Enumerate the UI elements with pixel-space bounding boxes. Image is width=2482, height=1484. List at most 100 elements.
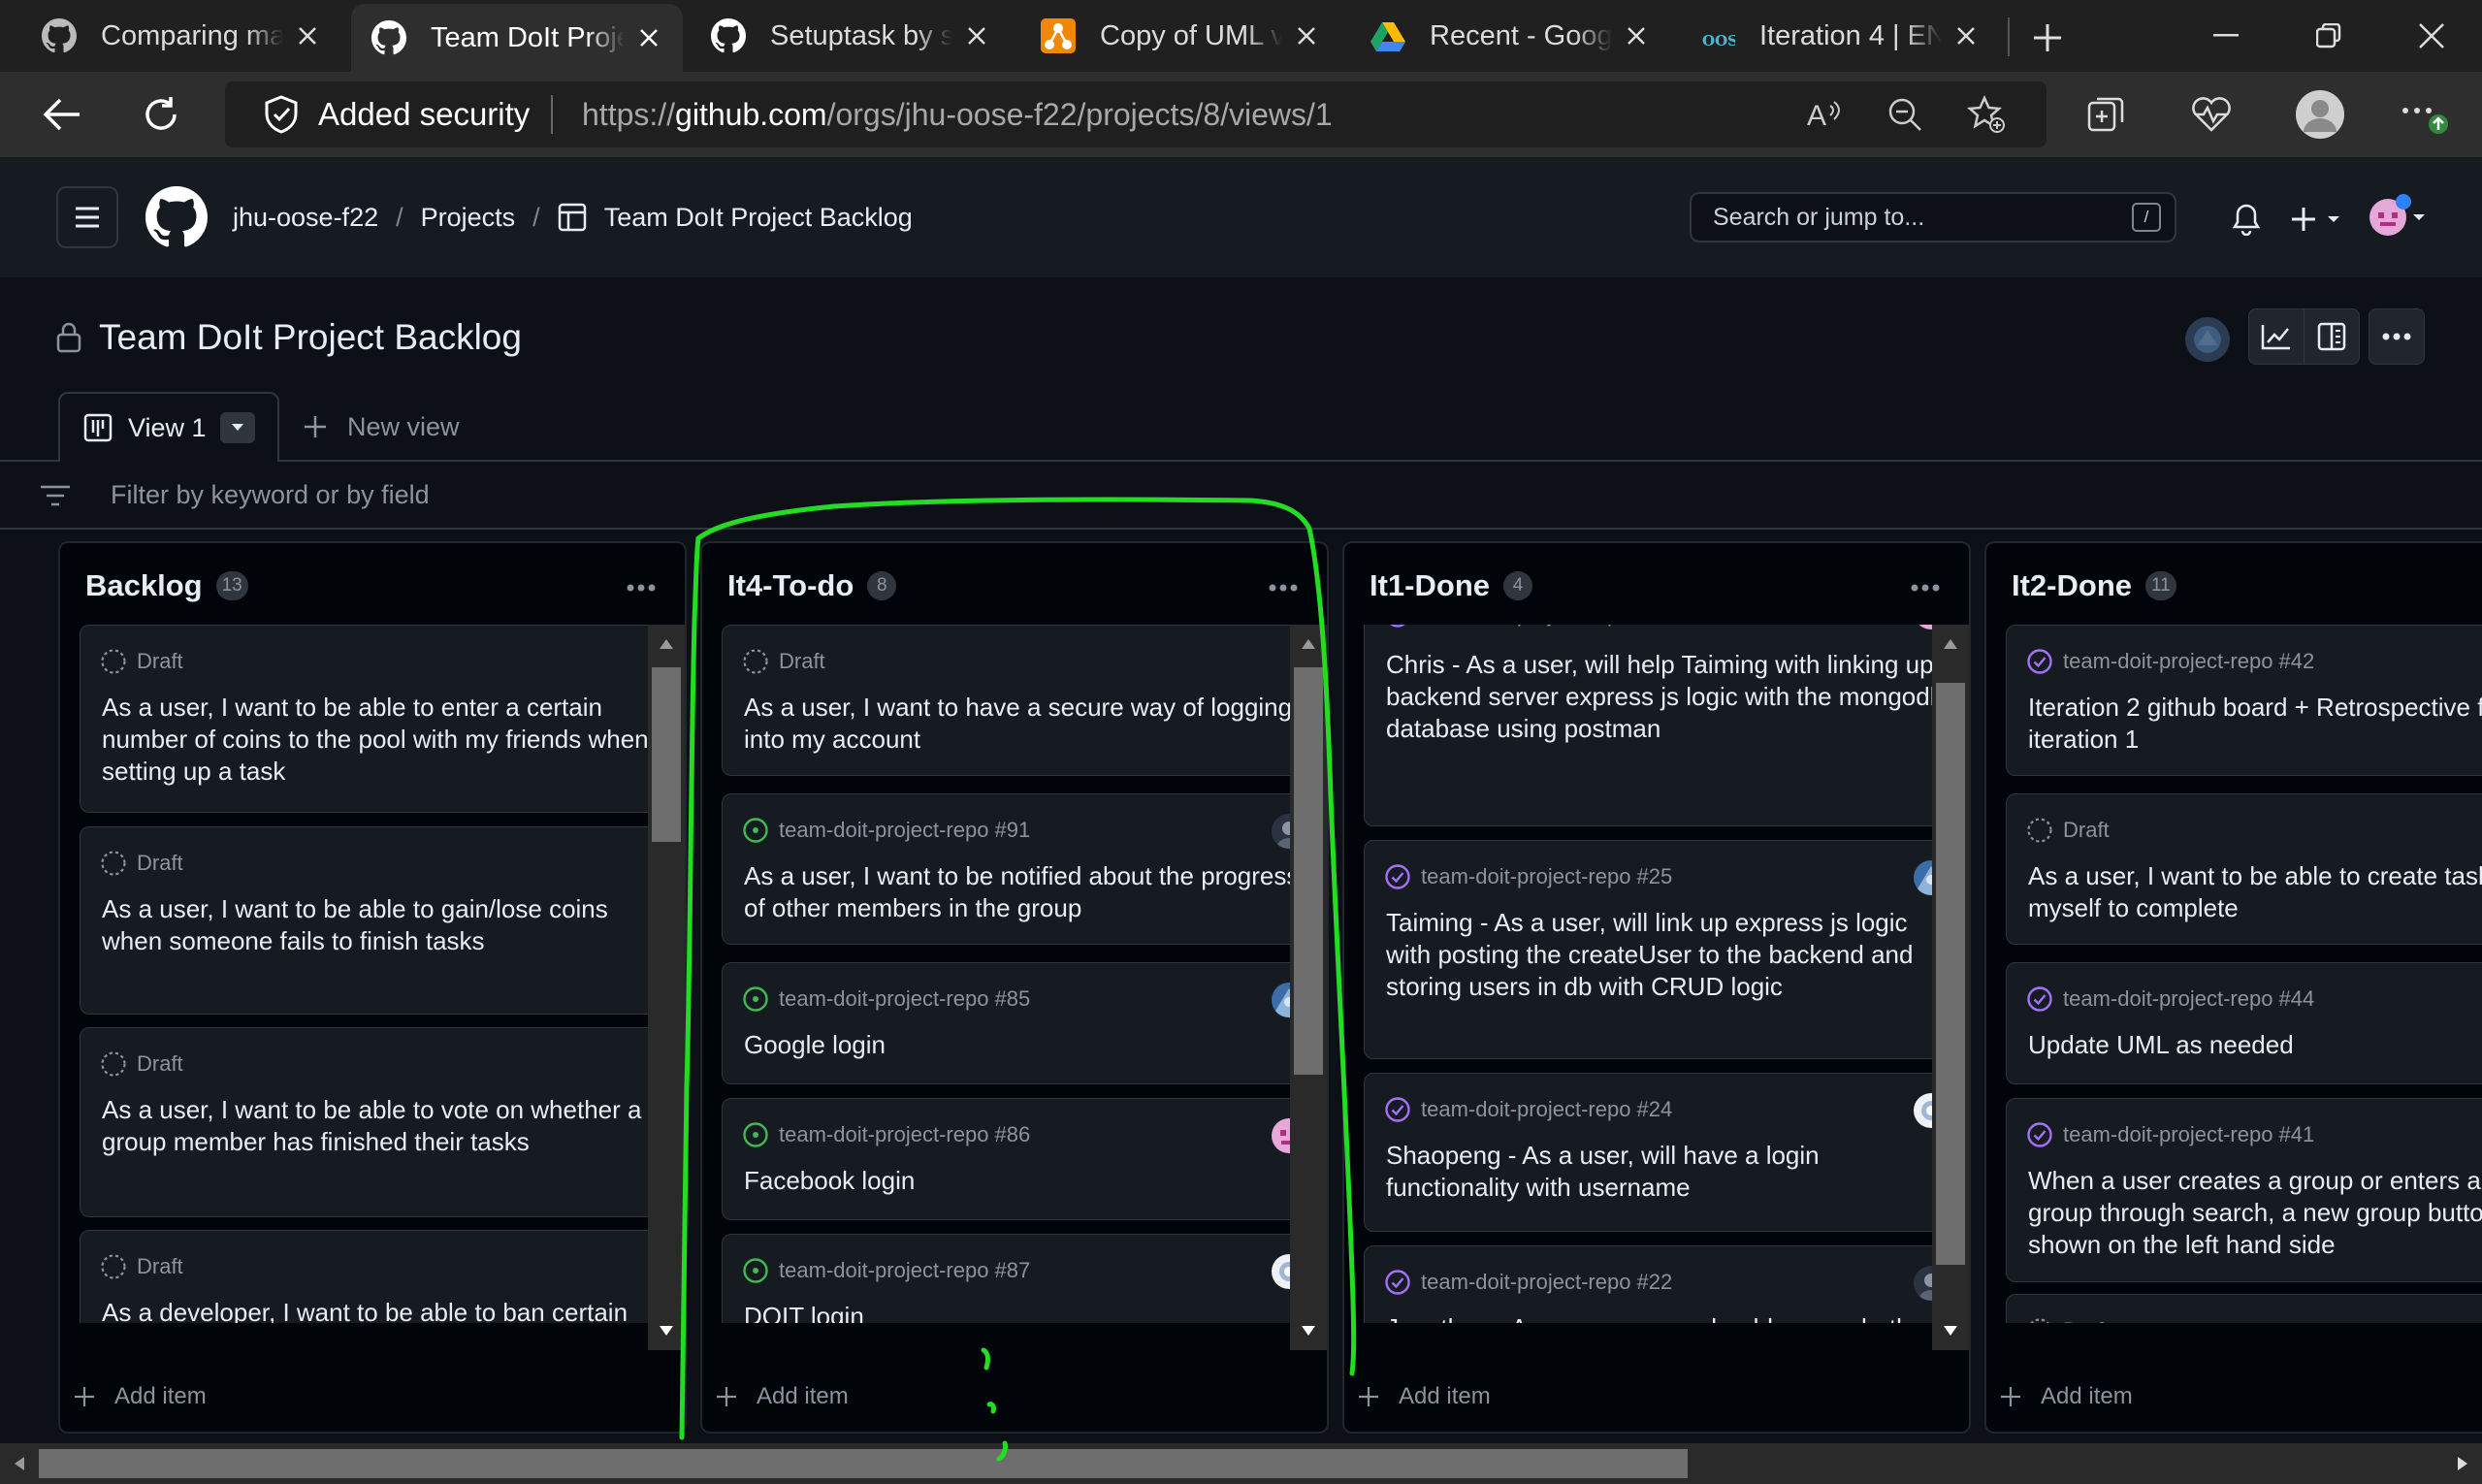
card-title[interactable]: DOIT login: [744, 1301, 1306, 1323]
insights-button[interactable]: [2248, 308, 2305, 365]
back-button[interactable]: [35, 87, 89, 142]
project-card[interactable]: Draft As a developer, I want to be able …: [80, 1230, 685, 1323]
url-text[interactable]: https://github.com/orgs/jhu-oose-f22/pro…: [582, 81, 1333, 147]
scrollbar-thumb[interactable]: [652, 667, 681, 842]
new-tab-button[interactable]: [2023, 14, 2072, 62]
browser-tab-team-doit[interactable]: Team DoIt Project: [351, 4, 683, 72]
card-repo-label[interactable]: team-doit-project-repo #86: [779, 1122, 1030, 1147]
card-title[interactable]: Shaopeng - As a user, will have a login …: [1386, 1140, 1949, 1204]
create-new-button[interactable]: [2291, 198, 2345, 241]
card-repo-label[interactable]: team-doit-project-repo #25: [1421, 864, 1672, 889]
project-more-button[interactable]: [2369, 308, 2425, 365]
collaborator-avatar[interactable]: [2184, 316, 2231, 363]
search-input[interactable]: Search or jump to... /: [1690, 192, 2176, 242]
scroll-up-arrow-icon[interactable]: [1290, 625, 1327, 663]
scroll-down-arrow-icon[interactable]: [1932, 1311, 1969, 1350]
column-menu-button[interactable]: [1259, 568, 1307, 607]
project-card[interactable]: Draft As a user, I want to have a secure…: [722, 625, 1327, 776]
collections-icon[interactable]: [2079, 87, 2134, 142]
side-panel-button[interactable]: [2304, 308, 2360, 365]
card-title[interactable]: As a developer, I want to be able to ban…: [102, 1297, 664, 1323]
add-item-button[interactable]: Add item: [74, 1373, 207, 1420]
card-repo-label[interactable]: team-doit-project-repo #22: [1421, 1270, 1672, 1295]
breadcrumb-project[interactable]: Team DoIt Project Backlog: [604, 203, 913, 233]
column-menu-button[interactable]: [1901, 568, 1950, 607]
card-title[interactable]: As a user, I want to be notified about t…: [744, 860, 1306, 924]
add-item-button[interactable]: Add item: [1358, 1373, 1491, 1420]
project-card[interactable]: team-doit-project-repo #87 DOIT login: [722, 1234, 1327, 1323]
project-card[interactable]: team-doit-project-repo #22 Jonathan - As…: [1364, 1245, 1969, 1323]
card-repo-label[interactable]: team-doit-project-repo #44: [2063, 986, 2314, 1012]
scroll-down-arrow-icon[interactable]: [1290, 1311, 1327, 1350]
horizontal-scrollbar[interactable]: [0, 1443, 2482, 1484]
column-scrollbar[interactable]: [1932, 625, 1969, 1350]
project-card[interactable]: team-doit-project-repo #42 Iteration 2 g…: [2006, 625, 2482, 776]
card-repo-label[interactable]: team-doit-project-repo #24: [1421, 1097, 1672, 1122]
card-repo-label[interactable]: team-doit-project-repo #87: [779, 1258, 1030, 1283]
project-card[interactable]: Draft As a user, I want to be able to vo…: [80, 1027, 685, 1217]
menu-button[interactable]: [56, 186, 118, 248]
tab-view-1[interactable]: View 1: [58, 392, 279, 462]
card-title[interactable]: Chris - As a user, will help Taiming wit…: [1386, 649, 1949, 745]
read-aloud-icon[interactable]: A: [1806, 95, 1845, 134]
card-repo-label[interactable]: team-doit-project-repo #91: [779, 818, 1030, 843]
close-icon[interactable]: [962, 21, 991, 50]
notifications-button[interactable]: [2225, 198, 2268, 241]
user-avatar-menu[interactable]: [2367, 192, 2434, 242]
project-card[interactable]: Draft: [2006, 1294, 2482, 1323]
project-card[interactable]: team-doit-project-repo #91 As a user, I …: [722, 793, 1327, 945]
close-icon[interactable]: [293, 21, 322, 50]
close-icon[interactable]: [1622, 21, 1651, 50]
card-title[interactable]: As a user, I want to be able to create t…: [2028, 860, 2482, 924]
health-icon[interactable]: [2184, 87, 2239, 142]
scroll-down-arrow-icon[interactable]: [648, 1311, 685, 1350]
restore-button[interactable]: [2305, 12, 2353, 60]
project-card[interactable]: team-doit-project-repo #26 Chris - As a …: [1364, 625, 1969, 826]
scroll-left-arrow-icon[interactable]: [2, 1443, 37, 1484]
browser-tab-setuptask[interactable]: Setuptask by sy: [691, 0, 1011, 72]
scroll-up-arrow-icon[interactable]: [648, 625, 685, 663]
scroll-up-arrow-icon[interactable]: [1932, 625, 1969, 663]
project-card[interactable]: Draft As a user, I want to be able to en…: [80, 625, 685, 813]
card-title[interactable]: As a user, I want to have a secure way o…: [744, 692, 1306, 756]
address-bar[interactable]: Added security https://github.com/orgs/j…: [225, 81, 2047, 147]
column-scrollbar[interactable]: [1290, 625, 1327, 1350]
filter-input[interactable]: Filter by keyword or by field: [111, 462, 430, 528]
card-title[interactable]: As a user, I want to be able to gain/los…: [102, 893, 664, 957]
card-title[interactable]: Jonathan - As a user, users should see a…: [1386, 1312, 1949, 1323]
project-card[interactable]: team-doit-project-repo #25 Taiming - As …: [1364, 840, 1969, 1059]
close-icon[interactable]: [1292, 21, 1321, 50]
project-card[interactable]: team-doit-project-repo #24 Shaopeng - As…: [1364, 1073, 1969, 1232]
breadcrumb-projects[interactable]: Projects: [421, 203, 516, 233]
project-card[interactable]: team-doit-project-repo #41 When a user c…: [2006, 1098, 2482, 1282]
browser-tab-comparing[interactable]: Comparing main: [21, 0, 341, 72]
zoom-out-icon[interactable]: [1886, 95, 1924, 134]
add-item-button[interactable]: Add item: [716, 1373, 849, 1420]
refresh-button[interactable]: [134, 87, 188, 142]
minimize-button[interactable]: [2202, 12, 2250, 60]
close-icon[interactable]: [1951, 21, 1981, 50]
card-title[interactable]: Update UML as needed: [2028, 1029, 2482, 1061]
project-card[interactable]: team-doit-project-repo #44 Update UML as…: [2006, 962, 2482, 1084]
browser-tab-uml[interactable]: Copy of UML v3: [1020, 0, 1340, 72]
settings-more-icon[interactable]: [2398, 87, 2452, 142]
card-title[interactable]: As a user, I want to be able to enter a …: [102, 692, 664, 788]
project-card[interactable]: Draft As a user, I want to be able to cr…: [2006, 793, 2482, 945]
github-logo-icon[interactable]: [145, 186, 208, 248]
card-title[interactable]: Facebook login: [744, 1165, 1306, 1197]
close-window-button[interactable]: [2407, 12, 2456, 60]
card-title[interactable]: Iteration 2 github board + Retrospective…: [2028, 692, 2482, 756]
close-icon[interactable]: [634, 23, 663, 52]
browser-tab-drive[interactable]: Recent - Google Drive: [1350, 0, 1670, 72]
card-repo-label[interactable]: team-doit-project-repo #26: [1421, 625, 1672, 628]
scrollbar-thumb[interactable]: [1294, 667, 1323, 1075]
add-favorite-icon[interactable]: [1967, 95, 2006, 134]
add-item-button[interactable]: Add item: [2000, 1373, 2133, 1420]
scrollbar-thumb[interactable]: [39, 1449, 1688, 1478]
scroll-right-arrow-icon[interactable]: [2445, 1443, 2480, 1484]
card-repo-label[interactable]: team-doit-project-repo #41: [2063, 1122, 2314, 1147]
browser-tab-iteration[interactable]: OOSE Iteration 4 | EN: [1680, 0, 2000, 72]
column-scrollbar[interactable]: [648, 625, 685, 1350]
card-title[interactable]: Taiming - As a user, will link up expres…: [1386, 907, 1949, 1003]
card-repo-label[interactable]: team-doit-project-repo #42: [2063, 649, 2314, 674]
